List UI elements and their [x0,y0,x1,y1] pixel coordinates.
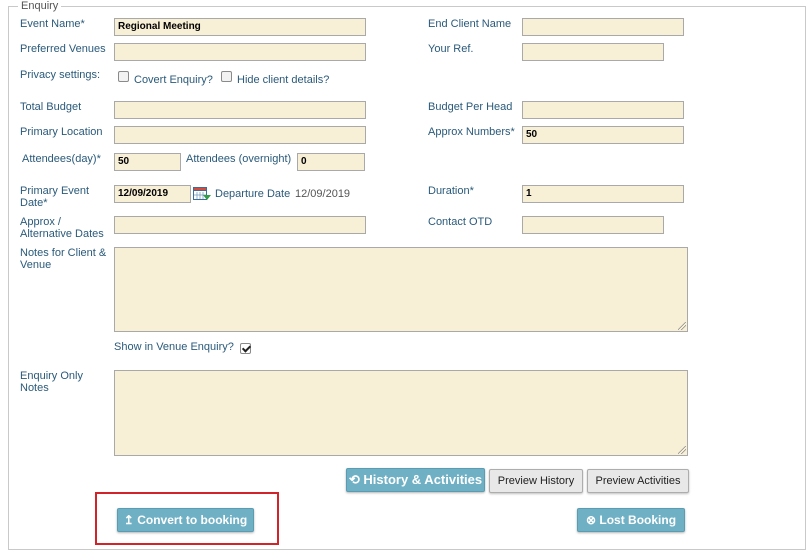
budget-per-head-label: Budget Per Head [428,101,513,113]
end-client-name-input[interactable] [522,18,684,36]
attendees-day-label: Attendees(day)* [22,153,101,165]
hide-client-details-checkbox[interactable] [221,71,232,82]
history-icon: ⟲ [348,472,360,487]
show-in-venue-enquiry-checkbox[interactable] [240,343,251,354]
approx-numbers-input[interactable]: 50 [522,126,684,144]
departure-date-label: Departure Date [215,188,291,200]
budget-per-head-input[interactable] [522,101,684,119]
show-in-venue-enquiry-label: Show in Venue Enquiry? [114,341,234,353]
approx-dates-label-2: Alternative Dates [20,228,104,240]
calendar-icon[interactable] [193,186,211,201]
cancel-circle-icon: ⊗ [585,513,597,527]
primary-event-date-input[interactable]: 12/09/2019 [114,185,191,203]
enquiry-only-notes-label-1: Enquiry Only [20,370,83,382]
primary-location-label: Primary Location [20,126,103,138]
attendees-overnight-label: Attendees (overnight) [186,153,292,165]
preferred-venues-label: Preferred Venues [20,43,106,55]
approx-numbers-label: Approx Numbers* [428,126,515,138]
privacy-settings-label: Privacy settings: [20,69,101,81]
approx-dates-label-1: Approx / [20,216,61,228]
lost-booking-label: Lost Booking [599,513,677,527]
preview-activities-button[interactable]: Preview Activities [587,469,689,493]
event-name-label: Event Name* [20,18,85,30]
duration-label: Duration* [428,185,474,197]
primary-event-date-label-1: Primary Event [20,185,90,197]
covert-enquiry-checkbox[interactable] [118,71,129,82]
attendees-day-input[interactable]: 50 [114,153,181,171]
departure-date-value: 12/09/2019 [295,188,351,200]
resize-grip-icon[interactable] [678,446,686,454]
total-budget-label: Total Budget [20,101,82,113]
preview-history-button[interactable]: Preview History [489,469,583,493]
approx-dates-input[interactable] [114,216,366,234]
enquiry-only-notes-label-2: Notes [20,382,49,394]
your-ref-label: Your Ref. [428,43,474,55]
contact-otd-input[interactable] [522,216,664,234]
end-client-name-label: End Client Name [428,18,512,30]
your-ref-input[interactable] [522,43,664,61]
lost-booking-button[interactable]: ⊗ Lost Booking [577,508,685,532]
highlight-box [95,492,279,545]
primary-event-date-label-2: Date* [20,197,48,209]
attendees-overnight-input[interactable]: 0 [297,153,365,171]
notes-client-venue-label-1: Notes for Client & [20,247,107,259]
resize-grip-icon[interactable] [678,322,686,330]
primary-location-input[interactable] [114,126,366,144]
history-activities-label: History & Activities [363,472,483,487]
hide-client-details-label: Hide client details? [237,74,330,86]
total-budget-input[interactable] [114,101,366,119]
contact-otd-label: Contact OTD [428,216,493,228]
enquiry-only-notes-textarea[interactable] [114,370,688,456]
notes-client-venue-textarea[interactable] [114,247,688,332]
history-activities-button[interactable]: ⟲ History & Activities [346,468,485,492]
event-name-input[interactable]: Regional Meeting [114,18,366,36]
section-legend: Enquiry [18,0,62,12]
notes-client-venue-label-2: Venue [20,259,52,271]
duration-input[interactable]: 1 [522,185,684,203]
preferred-venues-input[interactable] [114,43,366,61]
covert-enquiry-label: Covert Enquiry? [134,74,213,86]
